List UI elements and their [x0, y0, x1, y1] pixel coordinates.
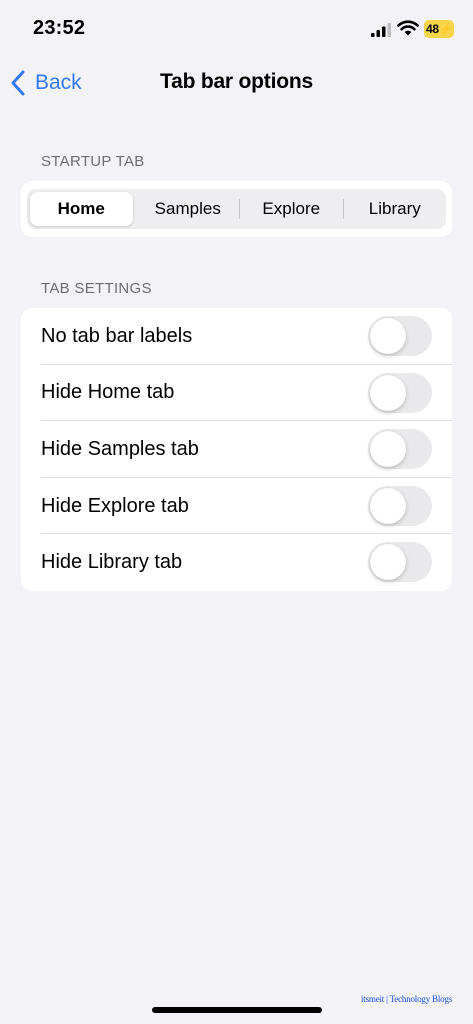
setting-label: No tab bar labels — [41, 324, 193, 347]
setting-row-hide-samples-tab: Hide Samples tab — [21, 421, 452, 478]
no-tab-bar-labels-toggle[interactable] — [368, 316, 432, 356]
setting-label: Hide Samples tab — [41, 437, 199, 460]
battery-charging-icon: 48 ⚡ — [424, 20, 454, 38]
toggle-knob — [370, 487, 406, 524]
segment-library[interactable]: Library — [344, 189, 447, 229]
toggle-knob — [370, 544, 406, 581]
startup-tab-segmented-control: Home Samples Explore Library — [27, 189, 446, 229]
setting-row-hide-library-tab: Hide Library tab — [21, 534, 452, 591]
setting-label: Hide Explore tab — [41, 494, 189, 517]
charging-bolt-icon: ⚡ — [439, 23, 452, 35]
setting-label: Hide Library tab — [41, 551, 183, 574]
segment-samples[interactable]: Samples — [137, 189, 240, 229]
startup-tab-header: STARTUP TAB — [41, 153, 145, 170]
segment-explore[interactable]: Explore — [240, 189, 343, 229]
hide-library-tab-toggle[interactable] — [368, 542, 432, 583]
wifi-icon — [397, 20, 419, 36]
status-time: 23:52 — [33, 17, 86, 39]
home-indicator — [152, 1007, 322, 1013]
cellular-signal-icon — [371, 23, 391, 37]
setting-row-hide-home-tab: Hide Home tab — [21, 365, 452, 422]
tab-settings-card: No tab bar labels Hide Home tab Hide Sam… — [21, 308, 452, 591]
setting-label: Hide Home tab — [41, 381, 175, 404]
hide-home-tab-toggle[interactable] — [368, 372, 432, 413]
status-bar: 23:52 48 ⚡ — [0, 0, 473, 58]
battery-level: 48 — [426, 22, 439, 36]
hide-explore-tab-toggle[interactable] — [368, 485, 432, 526]
toggle-knob — [370, 431, 406, 468]
startup-tab-card: Home Samples Explore Library — [21, 181, 452, 237]
setting-row-no-tab-bar-labels: No tab bar labels — [21, 308, 452, 365]
hide-samples-tab-toggle[interactable] — [368, 429, 432, 470]
tab-settings-header: TAB SETTINGS — [41, 280, 152, 297]
toggle-knob — [370, 318, 406, 354]
page-title: Tab bar options — [160, 70, 313, 93]
toggle-knob — [370, 374, 406, 411]
segment-home[interactable]: Home — [30, 192, 133, 226]
navigation-bar: Back Tab bar options — [0, 58, 473, 108]
watermark: itsmeit | Technology Blogs — [361, 994, 453, 1004]
setting-row-hide-explore-tab: Hide Explore tab — [21, 478, 452, 535]
